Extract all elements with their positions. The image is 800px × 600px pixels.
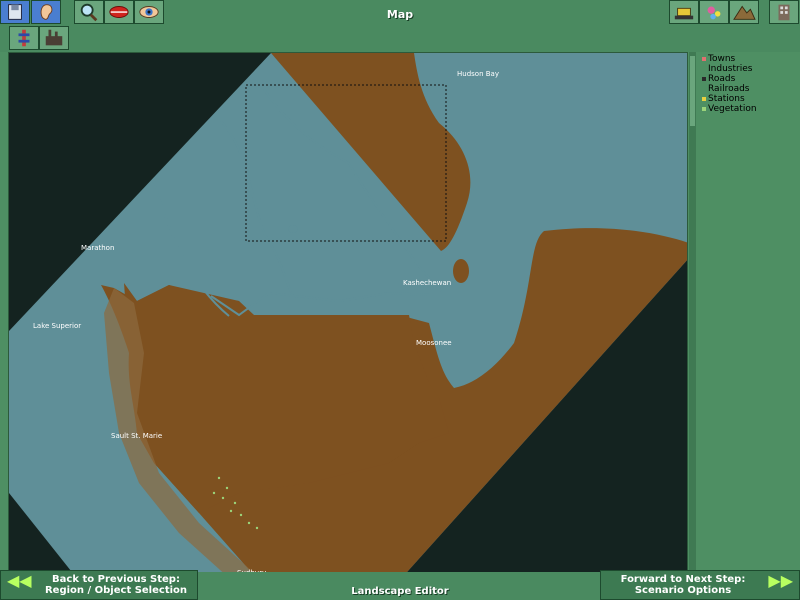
town-label: Sault St. Marie [111,432,162,440]
swatch-stations [702,97,706,101]
town-label: Kashechewan [403,279,451,287]
tower-icon[interactable] [9,26,39,50]
factory-icon[interactable] [39,26,69,50]
island [453,259,469,283]
town-label: Marathon [81,244,114,252]
town-label: Lake Superior [33,322,81,330]
legend-railroads[interactable]: Railroads [702,84,750,94]
town-label: Hudson Bay [457,70,499,78]
building-icon[interactable] [769,0,799,24]
forward-arrows-icon: ▶▶ [768,571,793,590]
ear-icon[interactable] [31,0,61,24]
flower-icon[interactable] [699,0,729,24]
back-arrows-icon: ◀◀ [7,571,32,590]
map-legend: Towns Industries Roads Railroads Station… [696,52,800,572]
town-label: Moosonee [416,339,452,347]
magnify-icon[interactable] [74,0,104,24]
swatch-industries [702,67,706,71]
forward-button[interactable]: ▶▶ Forward to Next Step: Scenario Option… [600,570,800,600]
lips-icon[interactable] [104,0,134,24]
scroll-thumb[interactable] [690,56,695,126]
legend-industries[interactable]: Industries [702,64,752,74]
swatch-roads [702,77,706,81]
bulldozer-icon[interactable] [669,0,699,24]
legend-stations[interactable]: Stations [702,94,745,104]
legend-vegetation[interactable]: Vegetation [702,104,757,114]
eye-icon[interactable] [134,0,164,24]
legend-roads[interactable]: Roads [702,74,735,84]
map-scrollbar[interactable] [689,52,696,580]
map-view[interactable]: Hudson Bay Marathon Lake Superior Kashec… [8,52,688,580]
legend-towns[interactable]: Towns [702,54,735,64]
small-lake [288,225,298,233]
editor-label: Landscape Editor [351,586,449,597]
swatch-towns [702,57,706,61]
terrain-icon[interactable] [729,0,759,24]
back-button[interactable]: ◀◀ Back to Previous Step: Region / Objec… [0,570,198,600]
swatch-railroads [702,87,706,91]
save-icon[interactable] [0,0,30,24]
swatch-vegetation [702,107,706,111]
